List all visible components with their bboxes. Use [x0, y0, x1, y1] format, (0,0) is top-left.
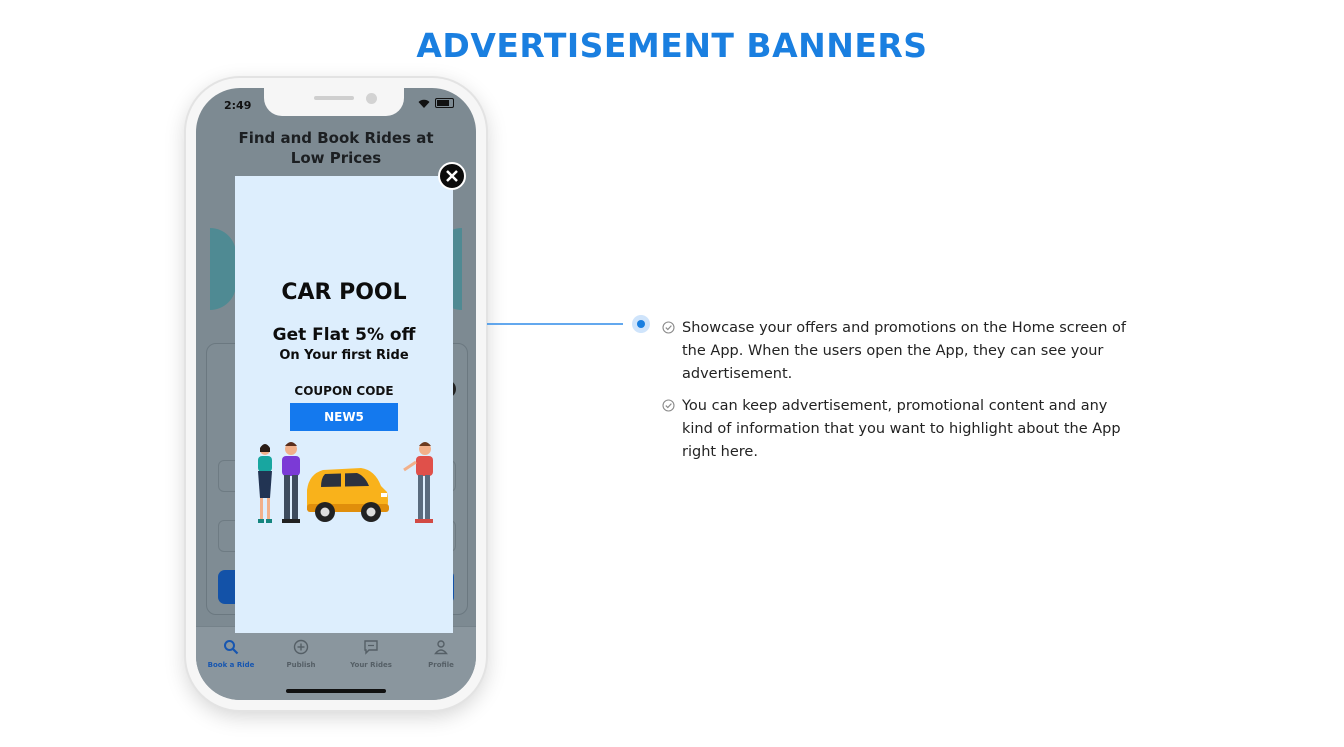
battery-icon: [435, 98, 454, 108]
coupon-label: COUPON CODE: [294, 384, 394, 398]
check-circle-icon: [662, 399, 675, 412]
nav-label: Your Rides: [350, 661, 392, 669]
popup-subtitle: On Your first Ride: [279, 348, 409, 363]
feature-text: Showcase your offers and promotions on t…: [682, 320, 1127, 382]
status-time: 2:49: [224, 99, 252, 112]
person-illustration: [282, 442, 300, 523]
person-illustration: [403, 442, 433, 523]
front-camera: [366, 93, 377, 104]
speaker-grille: [314, 96, 354, 100]
profile-icon: [434, 640, 448, 655]
nav-label: Publish: [286, 661, 316, 669]
callout-dot: [632, 315, 650, 333]
phone-notch: [264, 88, 404, 116]
status-icons: [418, 98, 454, 108]
car-illustration: [307, 468, 389, 522]
phone-screen: 2:49 Find and Book Rides at Low Prices B…: [196, 88, 476, 700]
app-heading-line2: Low Prices: [290, 149, 382, 167]
app-heading: Find and Book Rides at Low Prices: [196, 128, 476, 168]
carpool-illustration: [258, 442, 433, 523]
app-heading-line1: Find and Book Rides at: [238, 129, 434, 147]
close-icon: [446, 170, 458, 182]
feature-list: Showcase your offers and promotions on t…: [662, 317, 1142, 473]
advertisement-popup[interactable]: CAR POOL Get Flat 5% off On Your first R…: [235, 176, 453, 633]
nav-item-book-a-ride[interactable]: Book a Ride: [196, 639, 266, 700]
nav-label: Book a Ride: [207, 661, 255, 669]
background-decoration: [210, 228, 236, 310]
page-title: ADVERTISEMENT BANNERS: [416, 26, 928, 65]
plus-circle-icon: [293, 639, 309, 655]
feature-item: Showcase your offers and promotions on t…: [662, 317, 1142, 386]
chat-icon: [364, 640, 378, 655]
wifi-icon: [418, 99, 430, 108]
feature-item: You can keep advertisement, promotional …: [662, 395, 1142, 464]
callout-connector-line: [487, 323, 623, 325]
home-indicator: [286, 689, 386, 693]
popup-title: CAR POOL: [281, 280, 407, 305]
nav-item-profile[interactable]: Profile: [406, 639, 476, 700]
nav-label: Profile: [428, 661, 454, 669]
phone-mockup: 2:49 Find and Book Rides at Low Prices B…: [186, 78, 486, 710]
person-illustration: [258, 444, 272, 523]
coupon-code-badge[interactable]: NEW5: [290, 403, 398, 431]
popup-offer: Get Flat 5% off: [272, 325, 416, 345]
feature-text: You can keep advertisement, promotional …: [682, 398, 1121, 460]
check-circle-icon: [662, 321, 675, 334]
close-button[interactable]: [438, 162, 466, 190]
search-icon: [224, 640, 239, 655]
